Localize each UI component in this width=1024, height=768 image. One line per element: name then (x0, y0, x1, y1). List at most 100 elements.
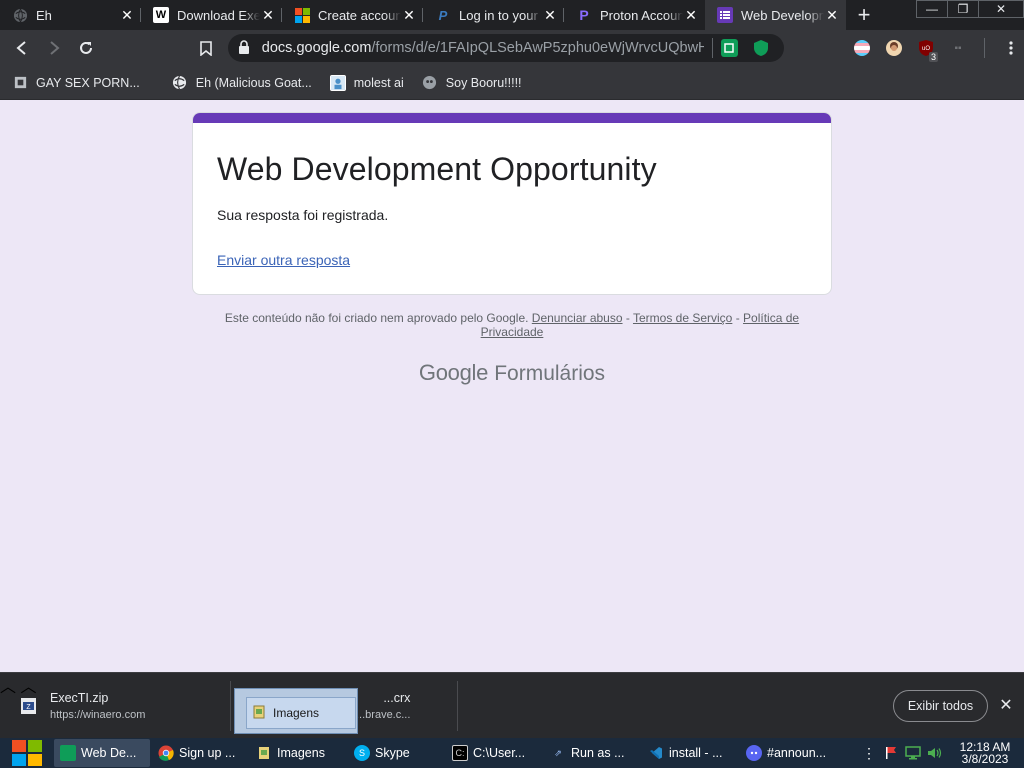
tab-eh[interactable]: Eh ✕ (0, 0, 141, 30)
terminal-icon: C: (452, 745, 468, 761)
tab-create-account[interactable]: Create account ✕ (282, 0, 423, 30)
taskbar-item-install[interactable]: install - ... (642, 739, 738, 767)
download-shelf: Z ExecTI.zip https://winaero.com ︿ ...cr… (0, 672, 1024, 738)
close-tab-icon[interactable]: ✕ (542, 7, 558, 23)
report-abuse-link[interactable]: Denunciar abuso (532, 311, 623, 325)
tab-strip: Eh ✕ W Download Exec ✕ Create account ✕ … (0, 0, 1024, 30)
minimize-icon[interactable]: — (916, 0, 948, 18)
bookmark-item[interactable]: Soy Booru!!!!! (422, 75, 522, 91)
restore-icon[interactable]: ❐ (947, 0, 979, 18)
globe-icon (12, 7, 28, 23)
chrome-icon (158, 745, 174, 761)
google-forms-icon (717, 7, 733, 23)
taskbar-item-discord[interactable]: #announ... (740, 739, 836, 767)
run-as-icon: ⇗ (554, 747, 562, 758)
overflow-dots-icon[interactable]: ⋮ (858, 738, 880, 768)
bookmark-item[interactable]: GAY SEX PORN... (12, 75, 140, 91)
browser-toolbar: docs.google.com/forms/d/e/1FAIpQLSebAwP5… (0, 30, 1024, 66)
microsoft-icon (294, 7, 310, 23)
show-all-downloads-button[interactable]: Exibir todos (893, 690, 988, 722)
address-bar[interactable]: docs.google.com/forms/d/e/1FAIpQLSebAwP5… (228, 34, 784, 62)
taskbar-item-imagens[interactable]: Imagens (250, 739, 346, 767)
close-tab-icon[interactable]: ✕ (683, 7, 699, 23)
bookmark-site-icon (422, 75, 438, 91)
shield-icon[interactable] (752, 39, 770, 57)
trans-flag-extension-icon[interactable] (846, 32, 878, 64)
tab-download-exec[interactable]: W Download Exec ✕ (141, 0, 282, 30)
clock-date: 3/8/2023 (961, 752, 1009, 766)
taskbar-item-web-development[interactable]: Web De... (54, 739, 150, 767)
bookmark-site-icon (329, 74, 346, 91)
tab-web-development[interactable]: Web Developm ✕ (705, 0, 846, 30)
tab-title: Create account (318, 7, 401, 23)
system-tray: ⋮ 12:18 AM 3/8/2023 (858, 738, 1024, 768)
form-title: Web Development Opportunity (217, 151, 657, 187)
winaero-icon: W (153, 7, 169, 23)
avatar-extension-icon[interactable] (878, 32, 910, 64)
ublock-origin-icon[interactable]: uO 3 (910, 32, 942, 64)
close-tab-icon[interactable]: ✕ (824, 7, 840, 23)
window-controls: — ❐ ✕ (916, 0, 1024, 20)
clock[interactable]: 12:18 AM 3/8/2023 (946, 741, 1024, 765)
close-tab-icon[interactable]: ✕ (260, 7, 276, 23)
bookmark-item[interactable]: molest ai (329, 74, 404, 91)
taskbar-item-run-as[interactable]: ⇗ Run as ... (544, 739, 640, 767)
close-tab-icon[interactable]: ✕ (119, 7, 135, 23)
windows-logo-icon (12, 740, 42, 766)
start-button[interactable] (0, 738, 54, 768)
vscode-icon (648, 745, 664, 761)
close-tab-icon[interactable]: ✕ (401, 7, 417, 23)
download-item[interactable]: Z ExecTI.zip https://winaero.com (20, 673, 145, 739)
extension-area: uO 3 ▪▪ (846, 30, 1024, 66)
disclaimer-text: Este conteúdo não foi criado nem aprovad… (224, 311, 529, 325)
volume-icon[interactable] (924, 738, 946, 768)
reload-button[interactable] (70, 32, 102, 64)
google-forms-logo[interactable]: Google Formulários (0, 360, 1024, 386)
thumbnail-item[interactable]: Imagens (246, 697, 356, 729)
tab-title: Proton Account (600, 7, 683, 23)
form-header-band (193, 113, 831, 123)
paypal-icon: P (438, 7, 448, 23)
menu-icon[interactable] (995, 32, 1024, 64)
proton-icon: P (579, 7, 589, 23)
reload-icon (80, 41, 92, 54)
tab-title: Web Developm (741, 7, 824, 23)
globe-icon (172, 75, 188, 91)
google-sheets-extension-icon[interactable] (720, 39, 739, 57)
tab-paypal-login[interactable]: P Log in to your P ✕ (423, 0, 564, 30)
terms-link[interactable]: Termos de Serviço (633, 311, 732, 325)
windows-taskbar: Web De... Sign up ... Imagens S Skype C:… (0, 738, 1024, 768)
forward-button[interactable] (38, 32, 70, 64)
bookmarks-bar: GAY SEX PORN... Eh (Malicious Goat... mo… (0, 66, 1024, 100)
chevron-up-icon[interactable]: ︿ (0, 679, 16, 696)
flag-icon[interactable] (880, 738, 902, 768)
bookmark-button[interactable] (190, 32, 222, 64)
image-viewer-icon (256, 745, 272, 761)
taskbar-item-command-prompt[interactable]: C: C:\User... (446, 739, 542, 767)
bookmark-item[interactable]: Eh (Malicious Goat... (172, 75, 312, 91)
extension-icon[interactable]: ▪▪ (942, 32, 974, 64)
network-icon[interactable] (902, 738, 924, 768)
back-arrow-icon (16, 41, 26, 55)
taskbar-item-sign-up[interactable]: Sign up ... (152, 739, 248, 767)
taskbar-item-skype[interactable]: S Skype (348, 739, 444, 767)
disclaimer: Este conteúdo não foi criado nem aprovad… (224, 311, 800, 339)
download-filename: ExecTI.zip (50, 691, 109, 705)
bookmark-site-icon (12, 75, 28, 91)
tab-proton-account[interactable]: P Proton Account ✕ (564, 0, 705, 30)
bookmark-icon (200, 40, 212, 56)
submit-another-link[interactable]: Enviar outra resposta (217, 252, 350, 268)
tab-title: Log in to your P (459, 7, 542, 23)
window-close-icon[interactable]: ✕ (978, 0, 1024, 18)
url-text: docs.google.com/forms/d/e/1FAIpQLSebAwP5… (261, 40, 704, 56)
new-tab-button[interactable]: + (846, 0, 882, 30)
tab-title: Download Exec (177, 7, 260, 23)
zip-file-icon: Z (20, 697, 38, 715)
response-message: Sua resposta foi registrada. (217, 207, 389, 223)
forward-arrow-icon (50, 41, 60, 55)
taskbar-thumbnail-popup: Imagens (234, 688, 358, 734)
close-shelf-icon[interactable]: ✕ (996, 695, 1016, 715)
discord-icon (746, 745, 762, 761)
lock-icon[interactable] (238, 39, 254, 57)
back-button[interactable] (6, 32, 38, 64)
